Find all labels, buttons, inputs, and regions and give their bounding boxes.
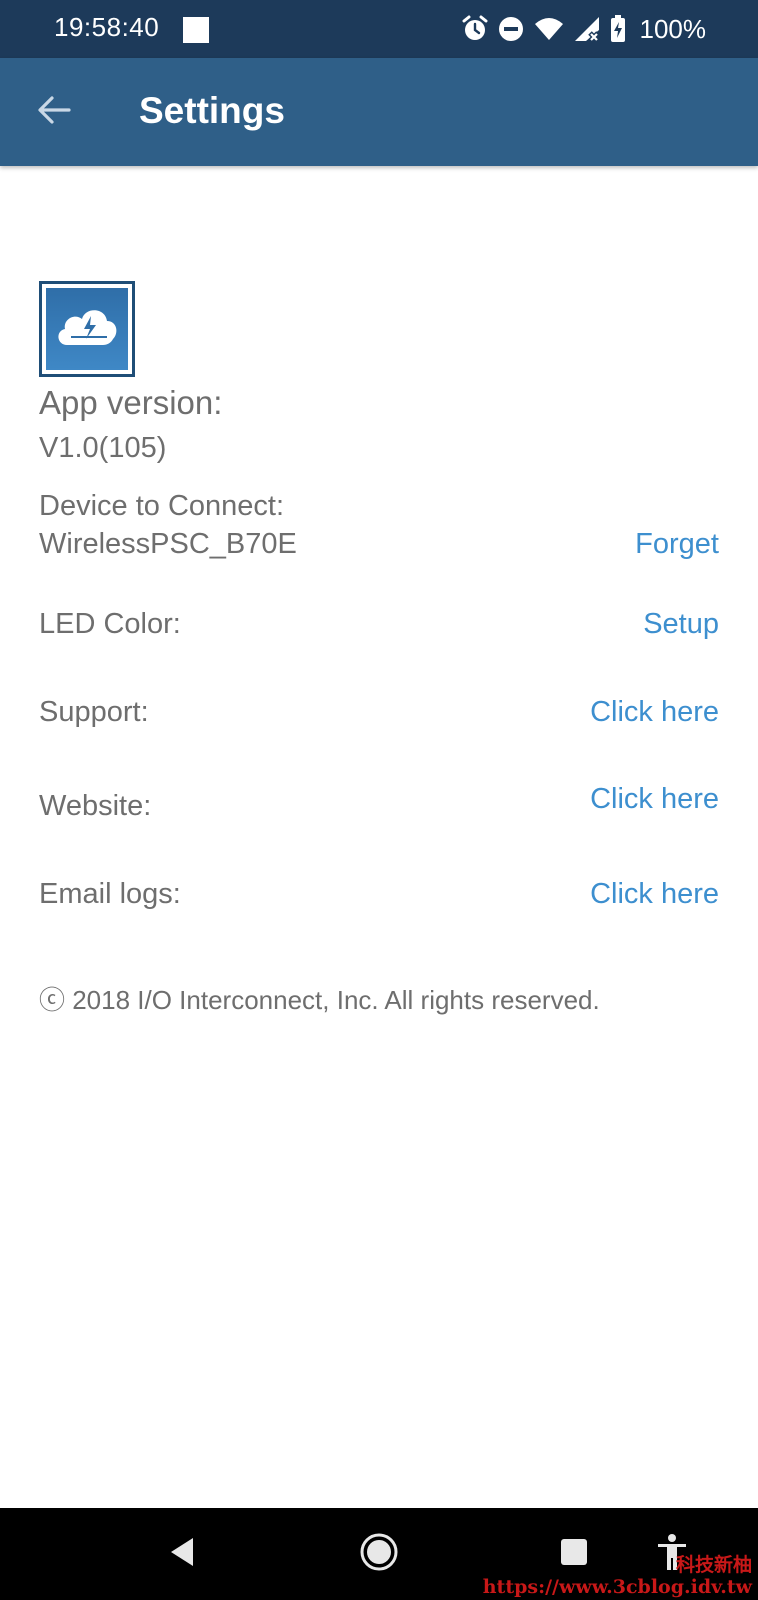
status-bar: 19:58:40 100% [0,0,758,58]
app-version-value: V1.0(105) [39,432,167,464]
system-nav-bar: 科技新柚 https://www.3cblog.idv.tw [0,1508,758,1600]
email-logs-link[interactable]: Click here [590,878,719,911]
watermark: 科技新柚 https://www.3cblog.idv.tw [483,1554,752,1598]
watermark-line1: 科技新柚 [675,1554,752,1576]
device-label: Device to Connect: [39,490,285,522]
wifi-icon [534,17,564,41]
forget-device-link[interactable]: Forget [635,528,719,561]
arrow-back-icon [36,92,72,133]
led-color-setup-link[interactable]: Setup [643,608,719,641]
website-label: Website: [39,790,152,822]
led-color-label: LED Color: [39,608,181,640]
nav-home-button[interactable] [355,1530,403,1578]
email-logs-label: Email logs: [39,878,181,910]
battery-percent: 100% [639,13,707,44]
website-link[interactable]: Click here [590,783,719,816]
watermark-line2: https://www.3cblog.idv.tw [482,1576,752,1598]
battery-charging-icon [610,15,626,43]
app-version-label: App version: [39,384,223,421]
device-name: WirelessPSC_B70E [39,528,297,560]
support-link[interactable]: Click here [590,696,719,729]
notification-square-icon [183,17,209,43]
nav-home-icon [359,1532,399,1577]
cloud-lightning-icon [51,299,123,360]
status-icons: 100% [462,12,707,46]
back-button[interactable] [24,82,84,142]
toolbar: Settings [0,58,758,166]
do-not-disturb-icon [498,16,524,42]
app-logo [39,281,135,377]
alarm-icon [462,15,488,43]
support-label: Support: [39,696,149,728]
page-title: Settings [139,90,285,131]
status-time: 19:58:40 [54,12,160,42]
nav-back-button[interactable] [158,1530,206,1578]
cell-signal-off-icon [574,16,600,42]
copyright-text: ⓒ 2018 I/O Interconnect, Inc. All rights… [39,985,600,1015]
nav-back-icon [165,1535,199,1574]
